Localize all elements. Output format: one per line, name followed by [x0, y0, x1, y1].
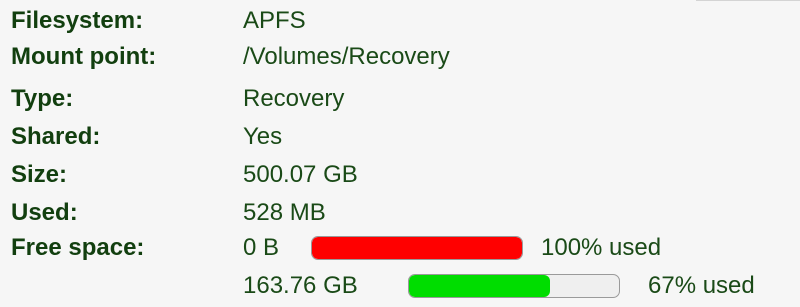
window-edge: [696, 0, 800, 1]
free-space-entry: 0 B 100% used: [243, 230, 661, 266]
used-label: Used:: [11, 199, 78, 226]
usage-bar-fill: [312, 237, 522, 259]
free-space-label: Free space:: [11, 234, 145, 261]
used-value: 528 MB: [243, 199, 326, 226]
free-space-amount: 0 B: [243, 234, 280, 261]
filesystem-label: Filesystem:: [11, 7, 144, 34]
usage-bar: [408, 274, 620, 298]
usage-bar: [311, 236, 523, 260]
size-row: Size: 500.07 GB: [11, 157, 358, 193]
shared-label: Shared:: [11, 123, 101, 150]
used-row: Used: 528 MB: [11, 195, 326, 231]
shared-row: Shared: Yes: [11, 119, 282, 155]
free-space-row: Free space:: [11, 230, 243, 266]
volume-properties-panel: Filesystem: APFS Mount point: /Volumes/R…: [0, 0, 800, 307]
usage-bar-fill: [409, 275, 550, 297]
filesystem-value: APFS: [243, 7, 306, 34]
mount-point-value: /Volumes/Recovery: [243, 43, 450, 70]
filesystem-row: Filesystem: APFS: [11, 3, 306, 39]
mount-point-row: Mount point: /Volumes/Recovery: [11, 39, 450, 75]
free-space-entry: 163.76 GB 67% used: [243, 268, 755, 304]
type-value: Recovery: [243, 85, 345, 112]
type-label: Type:: [11, 85, 74, 112]
size-value: 500.07 GB: [243, 161, 358, 188]
shared-value: Yes: [243, 123, 283, 150]
usage-percent: 100% used: [541, 234, 662, 261]
type-row: Type: Recovery: [11, 81, 344, 117]
size-label: Size:: [11, 161, 68, 188]
free-space-amount: 163.76 GB: [243, 272, 358, 299]
mount-point-label: Mount point:: [11, 43, 157, 70]
usage-percent: 67% used: [648, 272, 755, 299]
